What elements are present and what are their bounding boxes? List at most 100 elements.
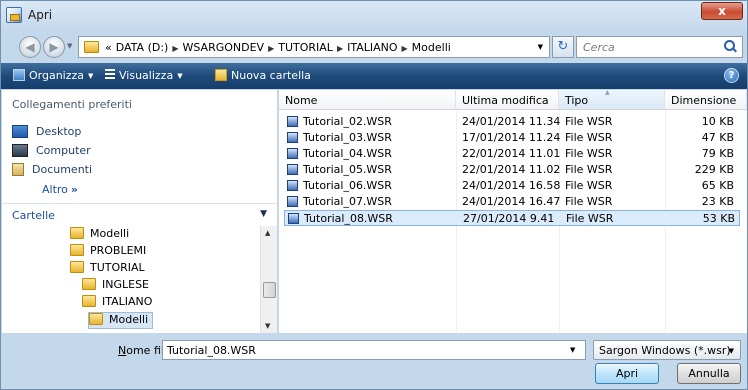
file-row[interactable]: Tutorial_03.WSR 17/01/2014 11.24 File WSR 4…	[284, 130, 740, 146]
breadcrumb-separator-icon[interactable]: ▶	[402, 44, 408, 53]
breadcrumb-item[interactable]: DATA (D:)	[116, 41, 169, 54]
wsr-file-icon	[287, 132, 298, 143]
back-button[interactable]: ◀	[19, 36, 41, 58]
breadcrumb-separator-icon[interactable]: ▶	[337, 44, 343, 53]
tree-item[interactable]: ITALIANO	[82, 295, 152, 312]
column-modified[interactable]: Ultima modifica	[456, 90, 559, 110]
tree-item[interactable]: INGLESE	[82, 278, 149, 295]
help-icon[interactable]: ?	[724, 68, 739, 83]
new-folder-icon	[215, 69, 227, 81]
file-size: 47 KB	[701, 131, 734, 144]
breadcrumb-separator-icon[interactable]: ▶	[268, 44, 274, 53]
scroll-up-icon[interactable]: ▲	[265, 229, 270, 237]
folder-icon	[82, 278, 96, 290]
window-title: Apri	[28, 8, 53, 22]
search-icon[interactable]	[724, 40, 736, 52]
folder-icon	[70, 227, 84, 239]
column-type[interactable]: ▲ Tipo	[559, 89, 665, 110]
filename-input[interactable]: Tutorial_08.WSR	[162, 340, 586, 360]
file-name: Tutorial_07.WSR	[303, 195, 392, 208]
search-input[interactable]: Cerca	[576, 36, 743, 58]
folder-tree: Modelli PROBLEMI TUTORIAL INGLESE ITALIANO Mo…	[2, 226, 260, 333]
command-toolbar: Organizza ▼ Visualizza ▼ Nuova cartella ?	[1, 63, 747, 89]
file-type: File WSR	[565, 115, 613, 128]
column-name[interactable]: Nome	[279, 90, 456, 110]
breadcrumb: «DATA (D:) ▶ WSARGONDEV ▶ TUTORIAL ▶ ITALIANO ▶…	[105, 41, 455, 54]
breadcrumb-item[interactable]: TUTORIAL	[278, 41, 333, 54]
breadcrumb-item[interactable]: Modelli	[412, 41, 451, 54]
wsr-file-icon	[287, 148, 298, 159]
wsr-file-icon	[287, 180, 298, 191]
scroll-down-icon[interactable]: ▼	[265, 322, 270, 330]
new-folder-button[interactable]: Nuova cartella	[215, 69, 311, 82]
file-name: Tutorial_05.WSR	[303, 163, 392, 176]
file-name: Tutorial_06.WSR	[303, 179, 392, 192]
cancel-button[interactable]: Annulla	[677, 363, 741, 384]
file-name: Tutorial_08.WSR	[304, 212, 393, 225]
file-row[interactable]: Tutorial_02.WSR 24/01/2014 11.34 File WSR 1…	[284, 114, 740, 130]
favorites-header: Collegamenti preferiti	[12, 98, 132, 111]
filetype-select[interactable]: Sargon Windows (*.wsr) ▼	[593, 340, 741, 360]
wsr-file-icon	[288, 213, 299, 224]
folder-icon	[84, 41, 99, 53]
open-file-dialog: Apri x ◀ ▶ ▼ «DATA (D:) ▶ WSARGONDEV ▶ TUTOR…	[0, 0, 748, 390]
folder-icon	[82, 295, 96, 307]
tree-item[interactable]: TUTORIAL	[70, 261, 145, 278]
file-name: Tutorial_04.WSR	[303, 147, 392, 160]
recent-pages-dropdown[interactable]: ▼	[67, 42, 72, 50]
breadcrumb-item[interactable]: ITALIANO	[347, 41, 397, 54]
file-row[interactable]: Tutorial_06.WSR 24/01/2014 16.58 File WSR 6…	[284, 178, 740, 194]
tree-item[interactable]: PROBLEMI	[70, 244, 146, 261]
address-bar[interactable]: «DATA (D:) ▶ WSARGONDEV ▶ TUTORIAL ▶ ITALIANO ▶…	[78, 36, 550, 58]
open-button[interactable]: Apri	[595, 363, 659, 384]
address-dropdown[interactable]: ▼	[538, 43, 543, 51]
file-row[interactable]: Tutorial_07.WSR 24/01/2014 16.47 File WSR 2…	[284, 194, 740, 210]
organize-icon	[13, 69, 25, 81]
column-size[interactable]: Dimensione	[665, 90, 747, 110]
file-modified: 24/01/2014 16.58	[462, 179, 561, 192]
refresh-button[interactable]: ↻	[552, 36, 574, 58]
chevron-down-icon[interactable]: ▼	[260, 209, 267, 219]
app-icon	[6, 7, 22, 23]
title-bar[interactable]: Apri x	[1, 1, 747, 31]
organize-button[interactable]: Organizza ▼	[13, 69, 93, 82]
file-modified: 24/01/2014 16.47	[462, 195, 561, 208]
file-size: 10 KB	[701, 115, 734, 128]
favorite-desktop[interactable]: Desktop	[12, 125, 81, 143]
search-placeholder: Cerca	[583, 41, 615, 54]
sort-arrow-icon: ▲	[605, 89, 610, 96]
file-type: File WSR	[565, 179, 613, 192]
file-row[interactable]: Tutorial_08.WSR 27/01/2014 9.41 File WSR 53…	[284, 210, 740, 226]
file-row[interactable]: Tutorial_05.WSR 22/01/2014 11.02 File WSR 2…	[284, 162, 740, 178]
tree-item[interactable]: Modelli	[70, 227, 129, 244]
file-name: Tutorial_03.WSR	[303, 131, 392, 144]
file-list: Nome Ultima modifica ▲ Tipo Dimensione Tu…	[279, 89, 747, 333]
wsr-file-icon	[287, 116, 298, 127]
scroll-thumb[interactable]	[263, 282, 276, 298]
breadcrumb-item[interactable]: WSARGONDEV	[182, 41, 264, 54]
computer-icon	[12, 144, 28, 157]
folder-tree-scrollbar[interactable]: ▲ ▼	[260, 226, 277, 333]
tree-item[interactable]: Modelli	[88, 312, 154, 329]
close-button[interactable]: x	[701, 2, 743, 20]
forward-button[interactable]: ▶	[43, 36, 65, 58]
favorite-documents[interactable]: Documenti	[12, 163, 92, 181]
file-modified: 24/01/2014 11.34	[462, 115, 561, 128]
breadcrumb-overflow[interactable]: «	[105, 41, 112, 54]
breadcrumb-separator-icon[interactable]: ▶	[172, 44, 178, 53]
dialog-footer: Nome file: Tutorial_08.WSR ▼ Sargon Wind…	[1, 334, 747, 389]
file-size: 65 KB	[701, 179, 734, 192]
view-button[interactable]: Visualizza ▼	[105, 69, 183, 82]
view-icon	[105, 69, 115, 81]
filename-dropdown[interactable]: ▼	[570, 346, 575, 354]
folders-header[interactable]: Cartelle ▼	[2, 203, 277, 225]
folder-icon	[70, 244, 84, 256]
file-type: File WSR	[565, 147, 613, 160]
more-link[interactable]: Altro»	[42, 183, 78, 196]
chevron-down-icon: ▼	[728, 347, 734, 355]
file-row[interactable]: Tutorial_04.WSR 22/01/2014 11.01 File WSR 7…	[284, 146, 740, 162]
favorite-computer[interactable]: Computer	[12, 144, 91, 162]
desktop-icon	[12, 125, 28, 138]
file-type: File WSR	[566, 212, 614, 225]
file-modified: 22/01/2014 11.02	[462, 163, 561, 176]
